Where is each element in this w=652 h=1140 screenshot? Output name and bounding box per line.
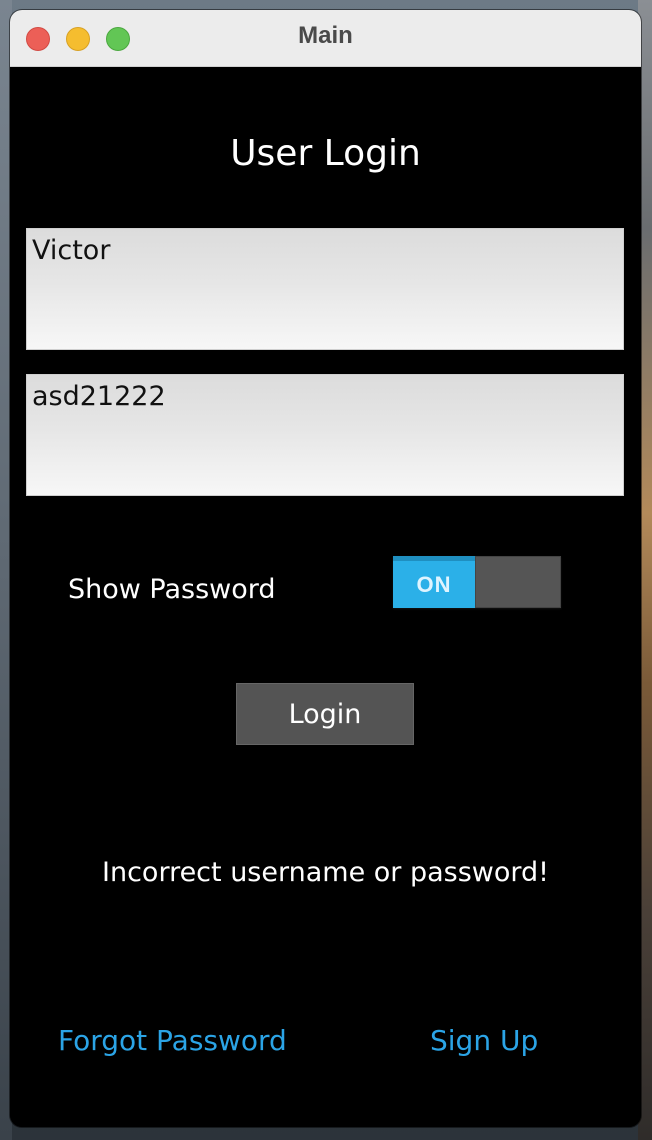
show-password-label: Show Password xyxy=(68,574,276,605)
sign-up-link[interactable]: Sign Up xyxy=(430,1024,538,1057)
forgot-password-link[interactable]: Forgot Password xyxy=(58,1024,287,1057)
window-title: Main xyxy=(298,22,353,49)
page-title: User Login xyxy=(230,133,421,174)
show-password-toggle[interactable]: ON xyxy=(393,556,561,608)
error-message: Incorrect username or password! xyxy=(102,857,549,888)
username-field[interactable]: Victor xyxy=(26,228,624,350)
toggle-on-label: ON xyxy=(393,556,475,608)
login-button[interactable]: Login xyxy=(236,683,414,745)
toggle-knob[interactable] xyxy=(475,556,561,608)
password-field[interactable]: asd21222 xyxy=(26,374,624,496)
main-window: Main User Login Victor asd21222 Show Pas… xyxy=(10,10,641,1127)
title-bar[interactable]: Main xyxy=(10,10,641,67)
login-panel: User Login Victor asd21222 Show Password… xyxy=(10,67,641,1127)
